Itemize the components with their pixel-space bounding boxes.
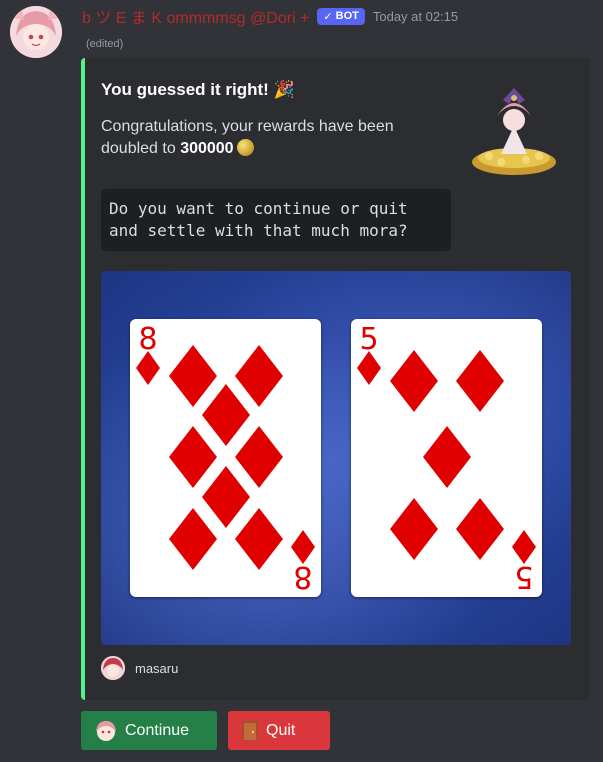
card-rank-bottom: 8	[293, 559, 312, 594]
continue-button[interactable]: Continue	[81, 711, 217, 750]
card-pip	[235, 345, 283, 407]
embed-title: You guessed it right! 🎉	[101, 80, 295, 99]
card-rank-bottom: 5	[514, 559, 533, 594]
card-pip	[202, 466, 250, 528]
card-face: 88	[136, 322, 315, 594]
embed-footer: masaru	[101, 656, 178, 680]
card-pip	[169, 426, 217, 488]
card-pip	[169, 508, 217, 570]
footer-text: masaru	[135, 660, 179, 676]
card-pip	[456, 350, 504, 412]
message-header: b ツ E ま K ommmmsg @Dori + ✓ BOT Today at…	[82, 4, 458, 28]
playing-card-5-diamonds: 55	[351, 319, 542, 597]
bot-badge: ✓ BOT	[317, 7, 365, 25]
card-pip	[235, 426, 283, 488]
embed: You guessed it right! 🎉 Congratulations,…	[81, 58, 590, 700]
embed-thumbnail[interactable]	[471, 86, 557, 176]
card-pip	[423, 426, 471, 488]
embed-accent-bar	[81, 58, 85, 700]
bot-badge-label: BOT	[335, 10, 359, 22]
card-pip	[390, 498, 438, 560]
reward-amount: 300000	[180, 140, 234, 157]
footer-avatar	[101, 656, 125, 680]
card-face: 55	[357, 322, 536, 594]
door-icon	[242, 720, 258, 741]
mora-coin-icon	[236, 139, 254, 156]
playing-card-8-diamonds: 88	[130, 319, 321, 597]
quit-button[interactable]: Quit	[228, 711, 330, 750]
card-suit-corner-bottom	[512, 530, 536, 564]
avatar-image	[10, 6, 62, 58]
embed-description: Congratulations, your rewards have been …	[101, 116, 441, 160]
continue-label: Continue	[125, 721, 190, 739]
card-pip	[456, 498, 504, 560]
edited-label: (edited)	[86, 38, 124, 50]
character-emoji-icon	[96, 720, 116, 741]
username[interactable]: b ツ E ま K ommmmsg @Dori +	[82, 4, 309, 28]
card-pip	[235, 508, 283, 570]
code-block: Do you want to continue or quit and sett…	[101, 189, 451, 251]
card-pip	[202, 384, 250, 446]
card-pip	[169, 345, 217, 407]
user-avatar[interactable]	[10, 6, 62, 58]
card-suit-corner-bottom	[291, 530, 315, 564]
embed-image[interactable]: 88 55	[101, 271, 571, 645]
quit-label: Quit	[266, 721, 296, 739]
card-pip	[390, 350, 438, 412]
timestamp: Today at 02:15	[372, 8, 459, 24]
check-icon: ✓	[323, 10, 333, 23]
